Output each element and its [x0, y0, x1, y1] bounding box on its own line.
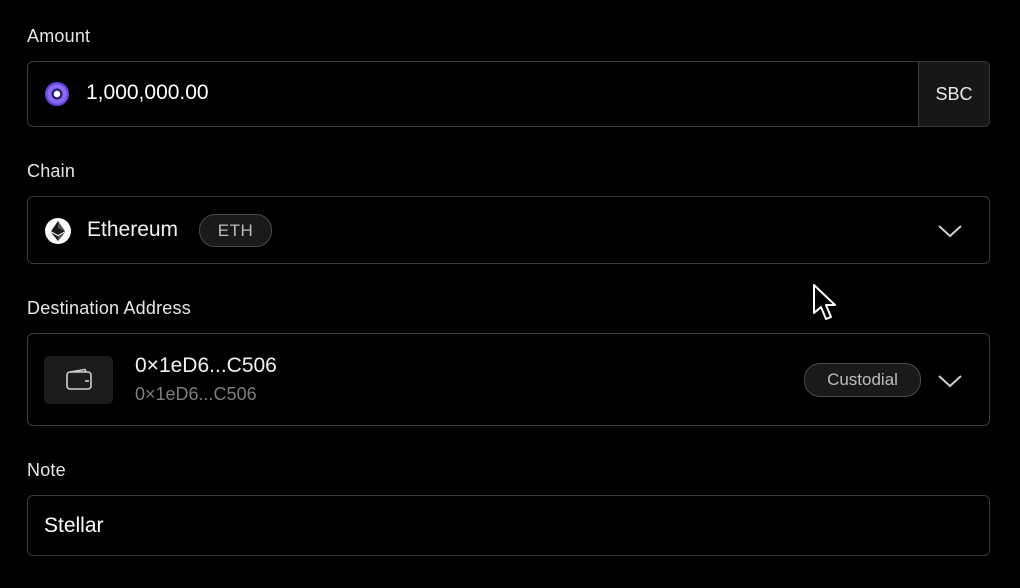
destination-label: Destination Address: [27, 298, 191, 318]
amount-field[interactable]: SBC: [27, 61, 990, 127]
amount-label: Amount: [27, 26, 91, 46]
note-field[interactable]: [27, 495, 990, 556]
chain-select[interactable]: Ethereum ETH: [27, 196, 990, 264]
sbc-token-icon: [45, 82, 69, 106]
chevron-down-icon[interactable]: [937, 373, 963, 389]
amount-input[interactable]: [86, 81, 886, 105]
wallet-icon: [44, 356, 113, 404]
address-primary: 0×1eD6...C506: [135, 354, 277, 377]
ethereum-icon: [45, 218, 71, 244]
currency-suffix: SBC: [918, 62, 989, 126]
address-secondary: 0×1eD6...C506: [135, 384, 257, 404]
mouse-pointer-icon: [813, 284, 836, 320]
custodial-badge: Custodial: [804, 363, 921, 397]
chain-label: Chain: [27, 161, 76, 181]
chain-symbol-badge: ETH: [199, 214, 272, 247]
note-input[interactable]: [44, 514, 964, 538]
destination-address-select[interactable]: 0×1eD6...C506 0×1eD6...C506 Custodial: [27, 333, 990, 426]
chain-name: Ethereum: [87, 218, 179, 241]
chevron-down-icon[interactable]: [937, 223, 963, 239]
note-label: Note: [27, 460, 66, 480]
